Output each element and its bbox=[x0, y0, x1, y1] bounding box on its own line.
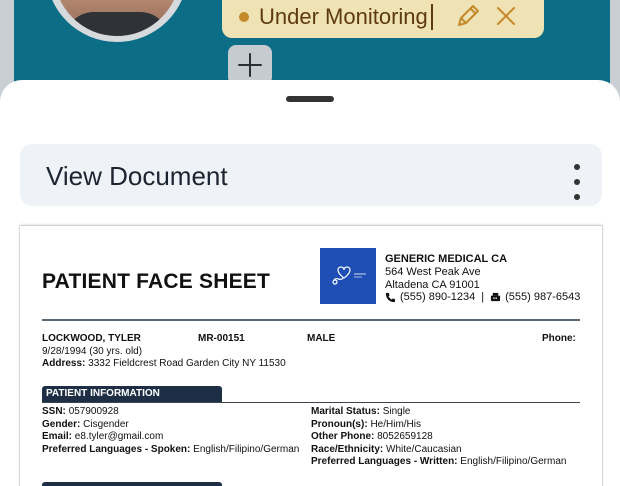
cancel-status-button[interactable] bbox=[490, 0, 522, 32]
patient-phone-label: Phone: bbox=[542, 333, 576, 344]
info-row: Email: e8.tyler@gmail.com bbox=[42, 431, 164, 443]
info-row: Gender: Cisgender bbox=[42, 418, 129, 430]
sheet-drag-handle[interactable] bbox=[286, 96, 334, 102]
document-preview[interactable]: PATIENT FACE SHEET GENERIC MEDICAL CA 56… bbox=[20, 226, 602, 486]
contact-separator: | bbox=[481, 291, 485, 303]
phone-icon bbox=[385, 292, 396, 302]
document-bottom-sheet: View Document PATIENT FACE SHEET GENERIC… bbox=[0, 80, 620, 486]
patient-mrn: MR-00151 bbox=[198, 333, 245, 344]
status-field[interactable]: Under Monitoring bbox=[222, 0, 544, 38]
info-row: Race/Ethnicity: White/Caucasian bbox=[311, 443, 462, 455]
fax-icon bbox=[491, 292, 501, 301]
info-row: SSN: 057900928 bbox=[42, 406, 119, 417]
org-phone: (555) 890-1234 bbox=[400, 291, 476, 303]
info-column-right: Marital Status: Single Pronoun(s): He/Hi… bbox=[311, 406, 566, 469]
org-fax: (555) 987-6543 bbox=[505, 291, 581, 303]
info-row: Pronoun(s): He/Him/His bbox=[311, 418, 421, 430]
patient-address: Address: 3332 Fieldcrest Road Garden Cit… bbox=[42, 358, 286, 369]
address-label: Address: bbox=[42, 358, 86, 369]
close-x-icon bbox=[497, 7, 515, 25]
medical-logo-icon bbox=[320, 248, 376, 304]
status-dot-icon bbox=[239, 12, 249, 22]
info-row: Preferred Languages - Written: English/F… bbox=[311, 456, 567, 468]
info-row: Other Phone: 8052659128 bbox=[311, 431, 433, 443]
org-address-line1: 564 West Peak Ave bbox=[385, 266, 481, 278]
org-contact: (555) 890-1234 | (555) 987-6543 bbox=[385, 291, 580, 303]
header-divider bbox=[42, 319, 580, 321]
document-header-bar: View Document bbox=[20, 144, 602, 206]
more-vertical-icon bbox=[574, 164, 580, 170]
text-cursor bbox=[430, 4, 433, 30]
address-value: 3332 Fieldcrest Road Garden City NY 1153… bbox=[88, 358, 286, 369]
document-heading: PATIENT FACE SHEET bbox=[42, 270, 271, 293]
sheet-title: View Document bbox=[46, 161, 228, 191]
more-options-button[interactable] bbox=[570, 164, 584, 200]
section-header-patient-information: PATIENT INFORMATION bbox=[42, 386, 222, 402]
status-label: Under Monitoring bbox=[259, 4, 428, 29]
patient-name: LOCKWOOD, TYLER bbox=[42, 333, 141, 344]
info-row: Preferred Languages - Spoken: English/Fi… bbox=[42, 443, 300, 455]
patient-dob: 9/28/1994 (30 yrs. old) bbox=[42, 346, 143, 357]
edit-status-button[interactable] bbox=[452, 0, 484, 32]
patient-sex: MALE bbox=[307, 333, 336, 344]
add-button[interactable] bbox=[228, 45, 272, 85]
org-name: GENERIC MEDICAL CA bbox=[385, 253, 508, 265]
next-section-header bbox=[42, 482, 222, 486]
org-address-line2: Altadena CA 91001 bbox=[385, 279, 480, 291]
info-column-left: SSN: 057900928 Gender: Cisgender Email: … bbox=[42, 406, 299, 456]
plus-icon bbox=[238, 53, 262, 77]
edit-pencil-icon bbox=[458, 5, 479, 26]
section-divider bbox=[42, 402, 580, 403]
info-row: Marital Status: Single bbox=[311, 406, 411, 417]
